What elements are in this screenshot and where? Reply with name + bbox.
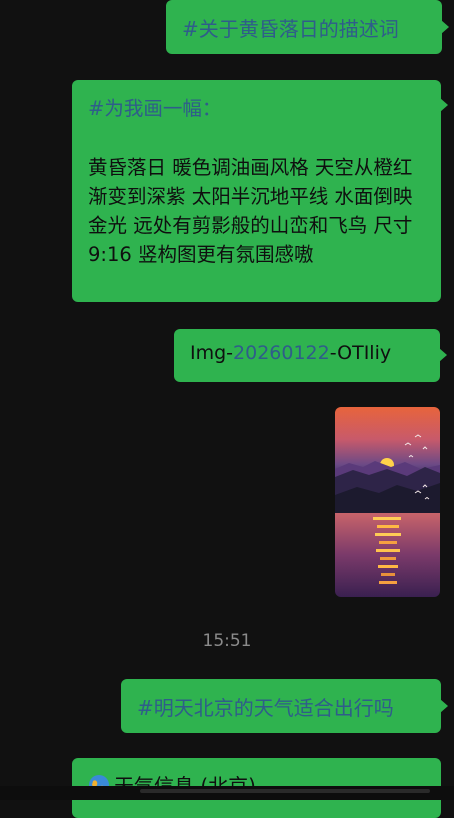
sunset-illustration: [335, 407, 440, 597]
message-bubble-draw-prompt[interactable]: #为我画一幅： 黄昏落日 暖色调油画风格 天空从橙红渐变到深紫 太阳半沉地平线 …: [72, 80, 448, 302]
bubble-tail: [441, 20, 449, 34]
message-bubble-description-words[interactable]: #关于黄昏落日的描述词: [166, 0, 449, 54]
bubble-tail: [440, 699, 448, 713]
prompt-head-text: 为我画一幅：: [104, 97, 222, 120]
prompt-body: 黄昏落日 暖色调油画风格 天空从橙红渐变到深紫 太阳半沉地平线 水面倒映金光 远…: [88, 156, 413, 266]
sunset-painting-image[interactable]: [335, 407, 440, 597]
message-timestamp: 15:51: [202, 631, 252, 651]
image-id-prefix: Img-: [190, 342, 234, 364]
image-id-suffix: -OTIliy: [329, 342, 392, 364]
scroll-indicator[interactable]: [140, 789, 430, 793]
message-text: 关于黄昏落日的描述词: [198, 17, 399, 41]
bubble-tail: [440, 98, 448, 112]
hashtag-symbol: #: [88, 97, 105, 120]
message-bubble-weather-question[interactable]: #明天北京的天气适合出行吗: [121, 679, 448, 733]
chat-area: #关于黄昏落日的描述词 #为我画一幅： 黄昏落日 暖色调油画风格 天空从橙红渐变…: [0, 0, 454, 818]
image-id-link[interactable]: 20260122: [233, 342, 330, 364]
hashtag-symbol: #: [182, 17, 199, 41]
prompt-heading: #为我画一幅：: [88, 94, 425, 123]
hashtag-symbol: #: [137, 696, 154, 720]
bubble-tail: [439, 348, 447, 362]
message-bubble-image-id[interactable]: Img-20260122-OTIliy: [174, 329, 447, 382]
message-text: 明天北京的天气适合出行吗: [153, 696, 394, 720]
